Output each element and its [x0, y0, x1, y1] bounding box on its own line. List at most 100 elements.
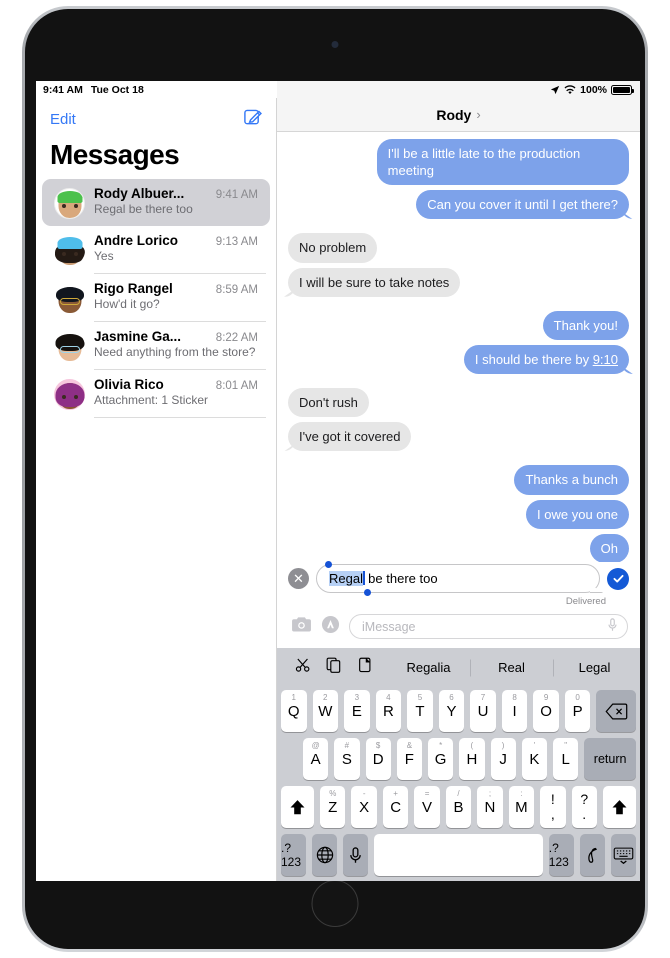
- space-key[interactable]: [374, 834, 543, 876]
- edit-message-field[interactable]: Regal be there too: [316, 561, 600, 596]
- key-o[interactable]: 9O: [533, 690, 559, 732]
- key-m[interactable]: :M: [508, 786, 535, 828]
- globe-icon[interactable]: [312, 834, 338, 876]
- microphone-icon[interactable]: [607, 618, 618, 635]
- microphone-icon-key[interactable]: [343, 834, 369, 876]
- key-label: D: [372, 750, 384, 768]
- sidebar-item-rigo[interactable]: Rigo Rangel 8:59 AM How'd it go?: [42, 274, 270, 321]
- chevron-right-icon[interactable]: ›: [476, 107, 480, 122]
- prediction-1[interactable]: Regalia: [387, 660, 470, 675]
- message-bubble[interactable]: I will be sure to take notes: [288, 267, 461, 297]
- copy-icon[interactable]: [326, 657, 342, 678]
- key-z[interactable]: % Z: [320, 786, 346, 828]
- location-arrow-icon: [550, 85, 560, 95]
- close-circle-icon[interactable]: ✕: [288, 568, 309, 589]
- message-row: I'll be a little late to the production …: [288, 139, 629, 186]
- time-link[interactable]: 9:10: [593, 352, 618, 367]
- key-n[interactable]: ; N: [477, 786, 503, 828]
- sidebar-item-andre[interactable]: Andre Lorico 9:13 AM Yes: [42, 226, 270, 273]
- key-r[interactable]: 4R: [375, 690, 402, 732]
- cut-scissors-icon[interactable]: [295, 657, 311, 678]
- sidebar-item-rody[interactable]: Rody Albuer... 9:41 AM Regal be there to…: [42, 179, 270, 226]
- key-alt: 2: [323, 693, 328, 702]
- sidebar-toolbar: Edit: [36, 98, 276, 133]
- key-label: Y: [446, 702, 457, 720]
- key-label: H: [466, 750, 478, 768]
- message-bubble[interactable]: Don't rush: [288, 388, 369, 418]
- conversation-header[interactable]: Rody ›: [277, 98, 640, 132]
- key-question-period[interactable]: ? .: [571, 786, 597, 828]
- key-b[interactable]: / B: [445, 786, 472, 828]
- key-label: .: [582, 806, 587, 822]
- selection-handle-end[interactable]: [364, 589, 371, 596]
- selection-handle-start[interactable]: [325, 561, 332, 568]
- backspace-icon[interactable]: [596, 690, 637, 732]
- edit-message-row: ✕ Regal be there too: [277, 561, 640, 596]
- message-row: Can you cover it until I get there?: [288, 190, 629, 220]
- key-u[interactable]: 7U: [470, 690, 496, 732]
- device-bezel: 9:41 AM Tue Oct 18 100% Edit Messages Ro…: [25, 9, 645, 949]
- prediction-3[interactable]: Legal: [553, 660, 636, 675]
- shift-icon[interactable]: [280, 786, 315, 828]
- message-bubble[interactable]: I've got it covered: [288, 422, 412, 452]
- key-i[interactable]: 8I: [501, 690, 528, 732]
- message-bubble[interactable]: I should be there by 9:10: [463, 344, 629, 375]
- numeric-key-left[interactable]: .?123: [281, 834, 307, 876]
- app-store-icon[interactable]: [321, 615, 340, 639]
- sidebar-item-jasmine[interactable]: Jasmine Ga... 8:22 AM Need anything from…: [42, 322, 270, 369]
- key-g[interactable]: * G: [428, 738, 454, 780]
- key-label: V: [422, 798, 433, 816]
- key-d[interactable]: $ D: [365, 738, 391, 780]
- paste-icon[interactable]: [357, 657, 373, 678]
- key-y[interactable]: 6Y: [438, 690, 465, 732]
- camera-icon[interactable]: [291, 616, 312, 638]
- message-bubble[interactable]: I owe you one: [526, 499, 629, 529]
- shift-icon-right[interactable]: [602, 786, 637, 828]
- imessage-placeholder: iMessage: [362, 619, 416, 634]
- checkmark-circle-icon[interactable]: [607, 567, 629, 590]
- message-bubble[interactable]: Oh: [589, 533, 629, 562]
- imessage-input[interactable]: iMessage: [349, 614, 628, 639]
- compose-icon[interactable]: [243, 107, 262, 131]
- key-p[interactable]: 0P: [564, 690, 591, 732]
- key-x[interactable]: -X: [351, 786, 377, 828]
- status-date: Tue Oct 18: [90, 83, 144, 96]
- dismiss-keyboard-icon[interactable]: [610, 834, 636, 876]
- key-alt: !: [550, 791, 555, 808]
- message-row: I've got it covered: [288, 422, 629, 452]
- key-h[interactable]: (H: [459, 738, 485, 780]
- scribble-pen-icon[interactable]: [579, 834, 605, 876]
- key-e[interactable]: 3E: [344, 690, 370, 732]
- return-key[interactable]: return: [584, 738, 637, 780]
- key-label: R: [382, 702, 394, 720]
- key-f[interactable]: & F: [396, 738, 422, 780]
- key-label: O: [540, 702, 552, 720]
- key-l[interactable]: " L: [553, 738, 579, 780]
- home-button[interactable]: [311, 880, 359, 927]
- key-alt: ": [564, 741, 568, 750]
- edit-button[interactable]: Edit: [50, 111, 76, 128]
- message-bubble[interactable]: I'll be a little late to the production …: [376, 139, 629, 186]
- key-j[interactable]: ) J: [490, 738, 516, 780]
- message-row: Thanks a bunch: [288, 465, 629, 495]
- selected-text[interactable]: Regal: [329, 571, 363, 586]
- key-s[interactable]: # S: [334, 738, 360, 780]
- key-k[interactable]: ' K: [521, 738, 547, 780]
- key-w[interactable]: 2W: [312, 690, 339, 732]
- message-bubble[interactable]: Thanks a bunch: [514, 465, 629, 495]
- key-v[interactable]: = V: [414, 786, 440, 828]
- key-label: A: [310, 750, 321, 768]
- sidebar-item-olivia[interactable]: Olivia Rico 8:01 AM Attachment: 1 Sticke…: [42, 370, 270, 417]
- key-a[interactable]: @ A: [303, 738, 329, 780]
- key-t[interactable]: 5T: [407, 690, 433, 732]
- message-bubble[interactable]: No problem: [288, 233, 378, 263]
- prediction-2[interactable]: Real: [470, 660, 553, 675]
- page-title: Messages: [50, 139, 180, 170]
- key-exclamation-comma[interactable]: ! ,: [540, 786, 566, 828]
- message-bubble[interactable]: Thank you!: [542, 310, 629, 340]
- numeric-key-right[interactable]: .?123: [548, 834, 574, 876]
- key-c[interactable]: + C: [382, 786, 409, 828]
- battery-icon: [611, 84, 635, 95]
- key-q[interactable]: 1Q: [280, 690, 307, 732]
- message-bubble[interactable]: Can you cover it until I get there?: [416, 190, 629, 220]
